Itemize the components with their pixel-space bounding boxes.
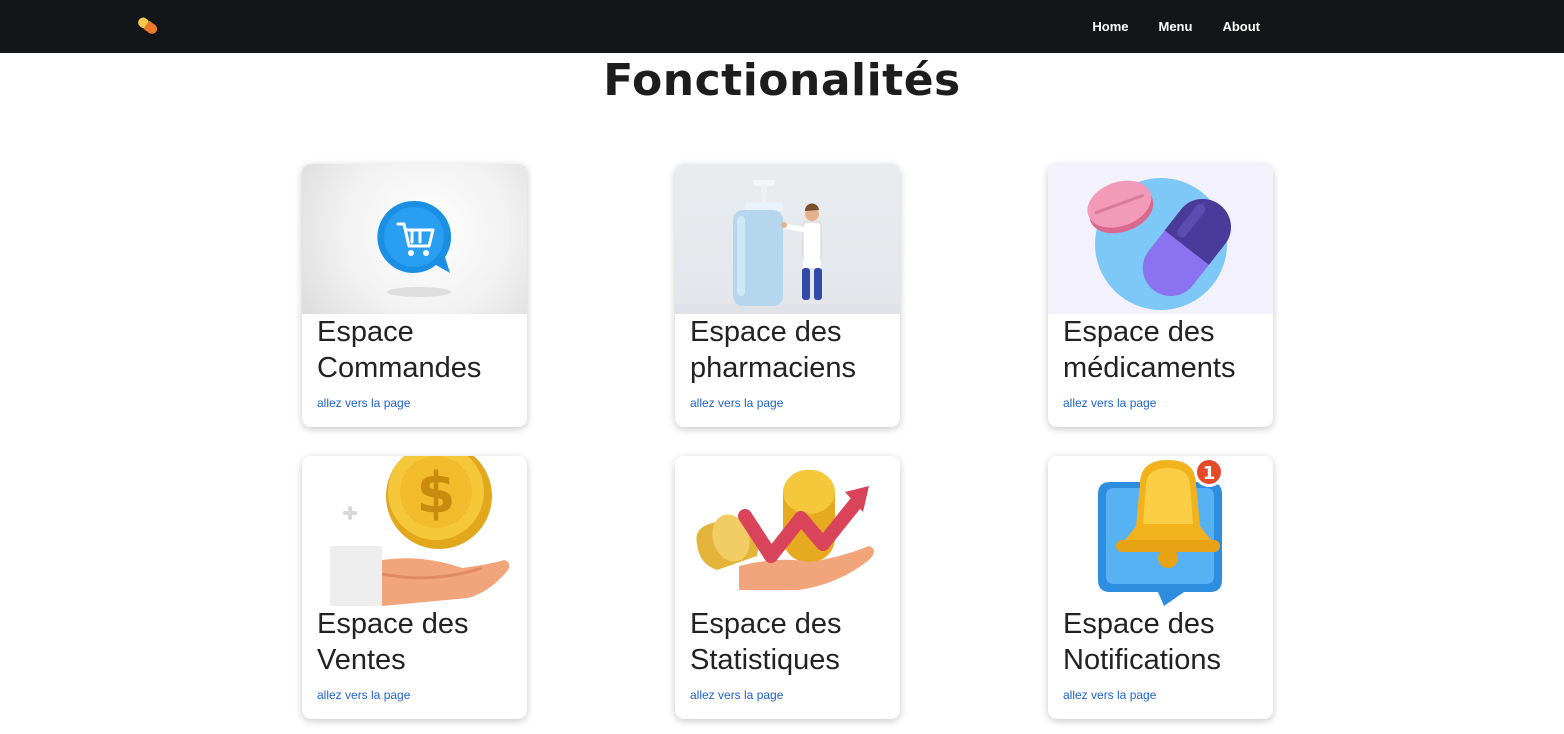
card-title-line2: Notifications — [1063, 644, 1221, 676]
card-title-line1: Espace des — [1063, 316, 1215, 348]
card-title-line1: Espace des — [690, 316, 842, 348]
svg-text:$: $ — [417, 461, 456, 526]
card-body: Espace des pharmaciens — [690, 314, 890, 386]
card-title-line1: Espace — [317, 316, 414, 348]
nav-link-home[interactable]: Home — [1092, 19, 1128, 34]
card-link[interactable]: allez vers la page — [317, 688, 410, 702]
card-commandes[interactable]: Espace Commandes allez vers la page — [302, 164, 527, 427]
nav-links: Home Menu About — [1062, 0, 1260, 53]
card-pharmaciens[interactable]: Espace des pharmaciens allez vers la pag… — [675, 164, 900, 427]
notification-bell-icon: 1 — [1048, 456, 1273, 606]
card-medicaments[interactable]: Espace des médicaments allez vers la pag… — [1048, 164, 1273, 427]
pharmacist-bottle-icon — [675, 164, 900, 314]
card-notifications[interactable]: 1 Espace des Notifications allez vers la… — [1048, 456, 1273, 719]
card-link[interactable]: allez vers la page — [1063, 396, 1156, 410]
card-title-line2: Statistiques — [690, 644, 840, 676]
nav-link-about[interactable]: About — [1222, 19, 1260, 34]
card-body: Espace des Notifications — [1063, 606, 1263, 678]
card-title-line1: Espace des — [690, 608, 842, 640]
card-statistiques[interactable]: Espace des Statistiques allez vers la pa… — [675, 456, 900, 719]
card-title-line2: Commandes — [317, 352, 482, 384]
card-body: Espace des médicaments — [1063, 314, 1263, 386]
nav-link-menu[interactable]: Menu — [1159, 19, 1193, 34]
pills-icon — [1048, 164, 1273, 314]
card-body: Espace Commandes — [317, 314, 517, 386]
card-title-line1: Espace des — [1063, 608, 1215, 640]
card-ventes[interactable]: $ Espace des Ventes allez vers la page — [302, 456, 527, 719]
card-link[interactable]: allez vers la page — [690, 688, 783, 702]
card-body: Espace des Ventes — [317, 606, 517, 678]
badge-count: 1 — [1203, 463, 1216, 484]
pill-capsule-icon[interactable] — [134, 15, 162, 37]
page-title: Fonctionalités — [603, 55, 961, 106]
shopping-cart-bubble-icon — [302, 164, 527, 314]
card-link[interactable]: allez vers la page — [1063, 688, 1156, 702]
card-title-line1: Espace des — [317, 608, 469, 640]
top-navbar: Home Menu About — [0, 0, 1564, 53]
card-link[interactable]: allez vers la page — [317, 396, 410, 410]
card-body: Espace des Statistiques — [690, 606, 890, 678]
card-title-line2: Ventes — [317, 644, 406, 676]
coin-hand-icon: $ — [302, 456, 527, 606]
card-link[interactable]: allez vers la page — [690, 396, 783, 410]
growth-chart-icon — [675, 456, 900, 606]
card-title-line2: pharmaciens — [690, 352, 857, 384]
card-title-line2: médicaments — [1063, 352, 1236, 384]
